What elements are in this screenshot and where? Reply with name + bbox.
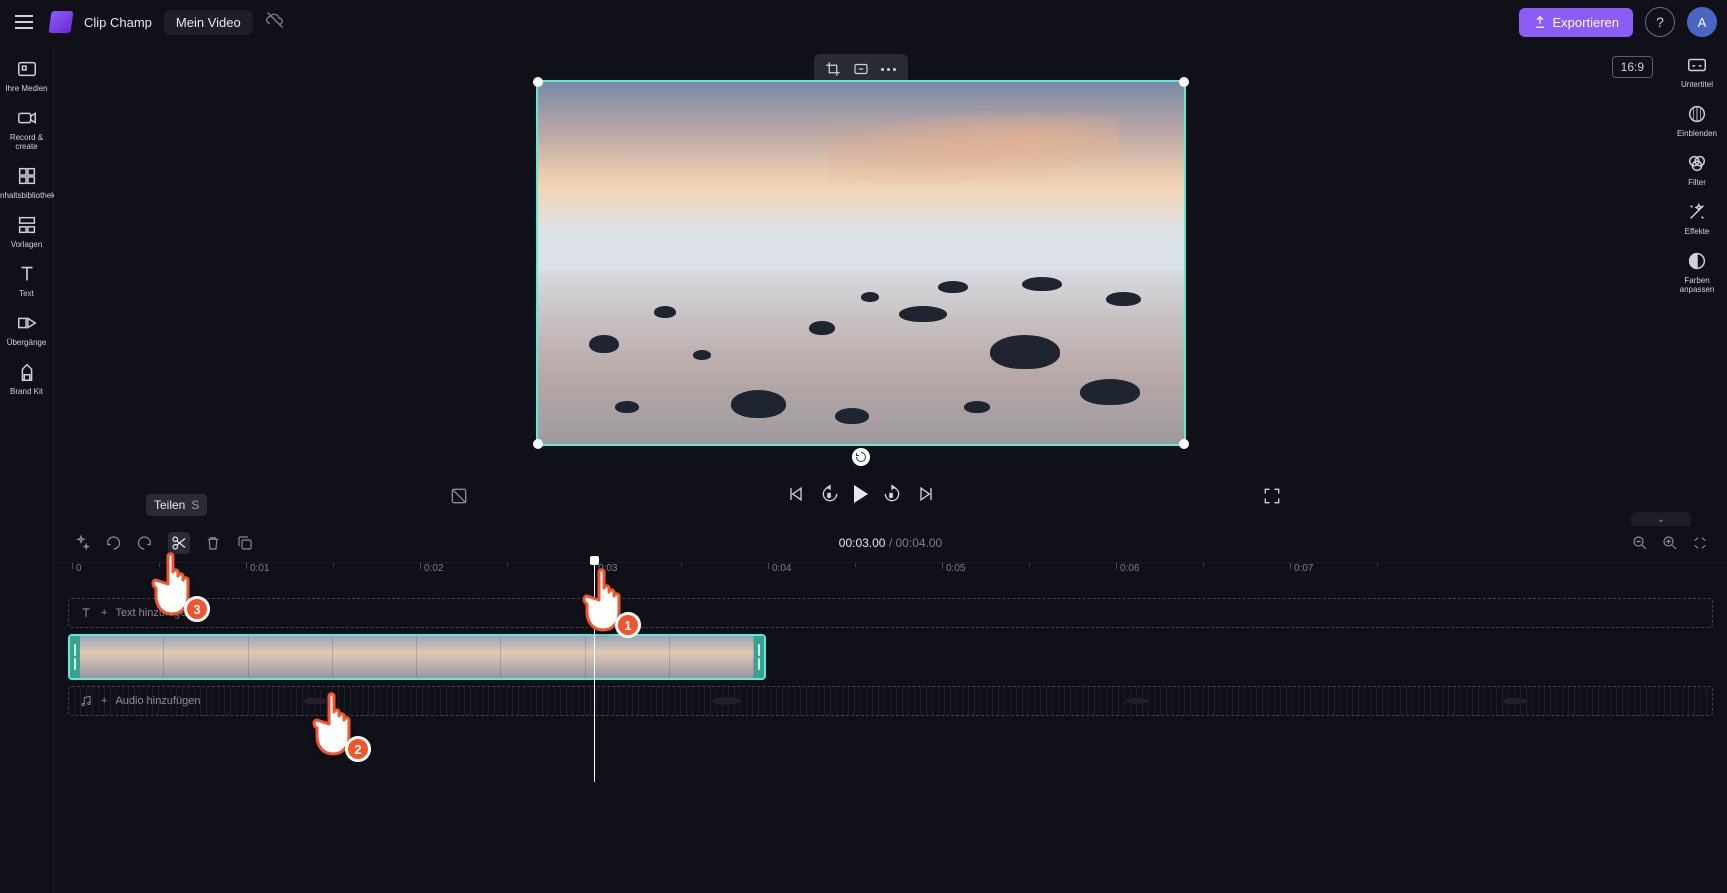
cloud-off-icon <box>265 10 285 35</box>
timeline-tracks: + Text hinzufügen + Audio hinzufügen <box>54 588 1727 742</box>
timeline-ruler[interactable]: 0 0:01 0:02 0:03 0:04 0:05 0:06 0:07 <box>54 562 1727 588</box>
media-icon <box>16 58 38 80</box>
preview-image <box>538 82 1184 444</box>
aspect-ratio-badge[interactable]: 16:9 <box>1612 56 1653 78</box>
menu-button[interactable] <box>10 8 38 36</box>
timeline: ⌄ Teilen S 00:03.00 / 00:04.00 0 0:01 0:… <box>54 524 1727 893</box>
sidebar-item-brandkit[interactable]: Brand Kit <box>0 355 54 404</box>
rightbar-item-fade[interactable]: Einblenden <box>1667 103 1727 138</box>
rotate-handle[interactable] <box>852 448 870 466</box>
app-logo <box>48 11 73 33</box>
left-sidebar: Ihre Medien Record & create Inhaltsbibli… <box>0 44 54 893</box>
undo-icon[interactable] <box>104 534 122 552</box>
skip-start-icon[interactable] <box>786 484 806 504</box>
resize-handle-tr[interactable] <box>1179 77 1189 87</box>
redo-icon[interactable] <box>136 534 154 552</box>
rightbar-item-captions[interactable]: Untertitel <box>1667 54 1727 89</box>
sidebar-item-media[interactable]: Ihre Medien <box>0 52 54 101</box>
play-button[interactable] <box>854 485 868 503</box>
rewind-icon[interactable]: 5 <box>820 484 840 504</box>
text-track-placeholder[interactable]: + Text hinzufügen <box>68 598 1713 628</box>
video-clip[interactable] <box>68 634 766 680</box>
fit-icon[interactable] <box>852 60 870 78</box>
export-label: Exportieren <box>1553 15 1619 30</box>
magic-icon[interactable] <box>72 534 90 552</box>
templates-icon <box>16 214 38 236</box>
delete-icon[interactable] <box>204 534 222 552</box>
sidebar-item-library[interactable]: Inhaltsbibliothek <box>0 159 54 208</box>
sidebar-item-transitions[interactable]: Übergänge <box>0 306 54 355</box>
sidebar-item-templates[interactable]: Vorlagen <box>0 208 54 257</box>
timeline-time: 00:03.00 / 00:04.00 <box>839 536 942 550</box>
remove-media-icon[interactable] <box>449 486 469 511</box>
svg-text:5: 5 <box>889 493 892 499</box>
timeline-toolbar: Teilen S 00:03.00 / 00:04.00 <box>54 524 1727 562</box>
more-icon[interactable] <box>880 60 898 78</box>
rightbar-item-colors[interactable]: Farben anpassen <box>1667 250 1727 294</box>
audio-track-placeholder[interactable]: + Audio hinzufügen <box>68 686 1713 716</box>
canvas-area: 16:9 <box>54 44 1667 524</box>
fade-icon <box>1686 103 1708 125</box>
text-icon <box>16 263 38 285</box>
captions-icon <box>1686 54 1708 76</box>
sidebar-item-text[interactable]: Text <box>0 257 54 306</box>
forward-icon[interactable]: 5 <box>882 484 902 504</box>
rightbar-item-effects[interactable]: Effekte <box>1667 201 1727 236</box>
split-icon[interactable] <box>168 532 190 554</box>
help-button[interactable]: ? <box>1645 7 1675 37</box>
resize-handle-br[interactable] <box>1179 439 1189 449</box>
camera-icon <box>16 107 38 129</box>
playback-bar: 5 5 <box>786 484 936 504</box>
transitions-icon <box>16 312 38 334</box>
effects-icon <box>1686 201 1708 223</box>
library-icon <box>16 165 38 187</box>
resize-handle-bl[interactable] <box>533 439 543 449</box>
text-icon <box>79 606 93 620</box>
app-brand: Clip Champ <box>84 15 152 30</box>
music-icon <box>79 694 93 708</box>
svg-text:5: 5 <box>827 493 830 499</box>
resize-handle-tl[interactable] <box>533 77 543 87</box>
adjustcolor-icon <box>1686 250 1708 272</box>
clip-handle-left[interactable] <box>70 636 80 678</box>
rightbar-item-filter[interactable]: Filter <box>1667 152 1727 187</box>
audio-waveform-bg <box>69 687 1712 715</box>
sidebar-item-record[interactable]: Record & create <box>0 101 54 159</box>
clip-handle-right[interactable] <box>754 636 764 678</box>
upload-icon <box>1533 15 1547 29</box>
project-title[interactable]: Mein Video <box>164 10 253 35</box>
top-bar: Clip Champ Mein Video Exportieren ? A <box>0 0 1727 44</box>
playhead[interactable] <box>594 562 595 782</box>
crop-icon[interactable] <box>824 60 842 78</box>
timeline-zoom-controls <box>1631 534 1709 552</box>
preview-frame[interactable] <box>536 80 1186 446</box>
filter-icon <box>1686 152 1708 174</box>
duplicate-icon[interactable] <box>236 534 254 552</box>
zoom-out-icon[interactable] <box>1631 534 1649 552</box>
zoom-in-icon[interactable] <box>1661 534 1679 552</box>
skip-end-icon[interactable] <box>916 484 936 504</box>
export-button[interactable]: Exportieren <box>1519 8 1633 37</box>
split-tooltip: Teilen S <box>146 494 207 516</box>
brandkit-icon <box>16 361 38 383</box>
user-avatar[interactable]: A <box>1687 7 1717 37</box>
fit-zoom-icon[interactable] <box>1691 534 1709 552</box>
fullscreen-icon[interactable] <box>1262 486 1282 511</box>
